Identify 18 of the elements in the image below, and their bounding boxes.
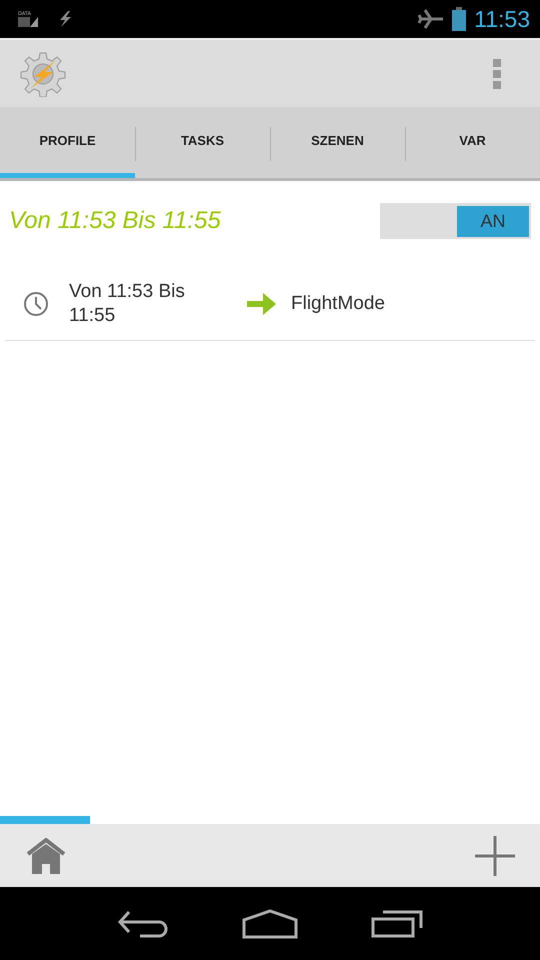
clock-icon — [23, 291, 49, 317]
battery-icon — [452, 7, 466, 31]
context-label[interactable]: Von 11:53 Bis 11:55 — [69, 280, 229, 328]
airplane-icon — [418, 8, 444, 30]
tab[interactable]: TASKS — [135, 107, 270, 178]
recent-apps-icon[interactable] — [371, 910, 424, 938]
tab[interactable]: SZENEN — [270, 107, 405, 178]
toggle-switch[interactable]: AN — [380, 203, 531, 239]
back-icon[interactable] — [116, 910, 169, 938]
task-label[interactable]: FlightMode — [291, 293, 385, 315]
gear-lightning-icon[interactable] — [20, 50, 66, 96]
tab[interactable]: VAR — [405, 107, 540, 178]
overflow-menu-icon[interactable] — [492, 58, 502, 90]
arrow-icon — [247, 291, 277, 317]
tab[interactable]: PROFILE — [0, 107, 135, 178]
clock: 11:53 — [474, 6, 530, 32]
add-icon[interactable] — [474, 834, 516, 876]
home-icon[interactable] — [242, 908, 298, 938]
